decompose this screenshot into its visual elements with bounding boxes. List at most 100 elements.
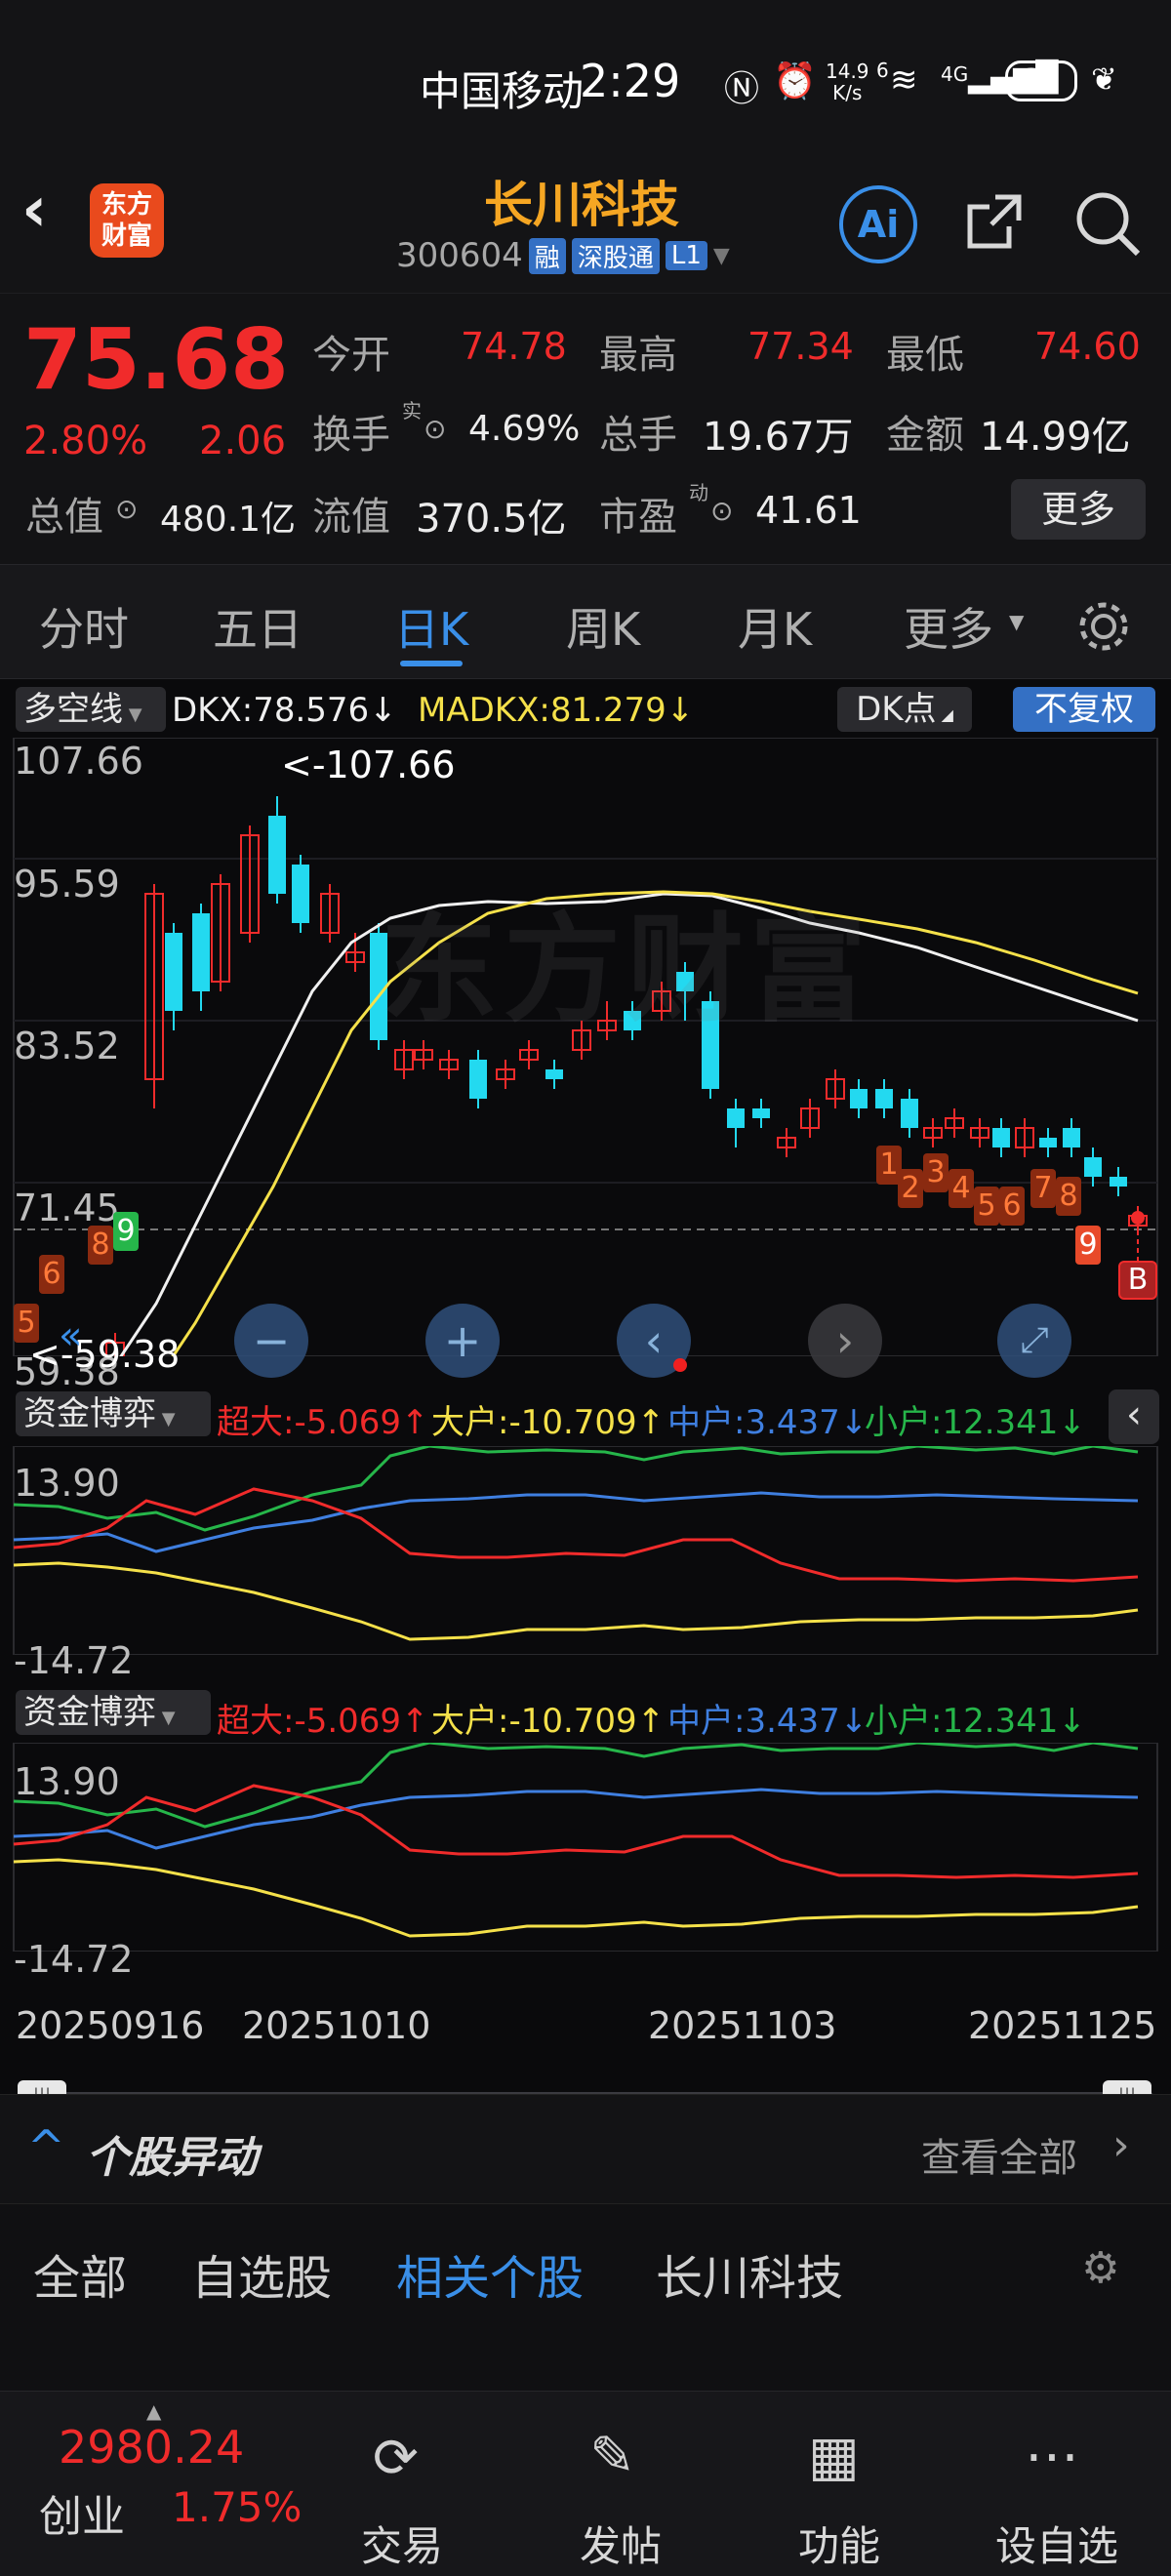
bottom-nav: ▲ 2980.24 创业 1.75% ⟳ 交易 ✎ 发帖 ▦ 功能 ⋯ 设自选	[0, 2391, 1171, 2576]
period-tabs: 分时 五日 日K 周K 月K 更多 ▼	[0, 564, 1171, 679]
fund1-small: 小户:12.341↓	[865, 1403, 1086, 1442]
tab-more[interactable]: 更多	[904, 594, 993, 659]
nav-trade[interactable]: 交易	[361, 2514, 443, 2573]
dk-marker: 4	[949, 1169, 974, 1208]
pe-sup: 动	[689, 481, 708, 504]
y-label-1: 107.66	[14, 740, 143, 783]
fund1-y-bottom: -14.72	[14, 1639, 134, 1682]
volume-value: 19.67万	[703, 415, 854, 460]
leaf-icon: ❦	[1091, 60, 1117, 98]
float-label: 流值	[312, 495, 390, 540]
chevron-right-icon[interactable]: ›	[1112, 2120, 1130, 2170]
fund2-super: 超大:-5.069↑	[217, 1702, 429, 1741]
high-label: 最高	[599, 333, 677, 378]
fund-indicator-selector-2[interactable]: 资金博弈 ▼	[16, 1690, 211, 1735]
date-label-4: 20251125	[968, 2004, 1157, 2047]
zoom-out-button[interactable]: −	[234, 1304, 308, 1378]
change-pct: 2.80%	[23, 419, 148, 463]
y-label-2: 95.59	[14, 863, 120, 906]
dk-marker: 3	[923, 1153, 949, 1192]
active-tab-indicator	[400, 661, 463, 666]
gear-icon[interactable]: ⚙	[1081, 2243, 1119, 2293]
trade-icon[interactable]: ⟳	[373, 2427, 419, 2490]
connect-badge: 深股通	[571, 237, 660, 274]
nfc-icon: Ⓝ	[724, 69, 760, 109]
float-value: 370.5亿	[416, 497, 567, 542]
ai-button[interactable]: Ai	[839, 185, 917, 263]
zoom-in-button[interactable]: +	[425, 1304, 500, 1378]
chevron-down-icon: ▼	[712, 243, 730, 268]
mcap-value: 480.1亿	[160, 500, 297, 540]
fullscreen-icon[interactable]: ⤢	[997, 1304, 1071, 1378]
chart-area: 多空线 ▼ DKX:78.576↓ MADKX:81.279↓ DK点 ◢ 不复…	[0, 679, 1171, 2112]
tab-minute[interactable]: 分时	[39, 594, 129, 659]
dk-point-button[interactable]: DK点 ◢	[837, 687, 972, 732]
filter-watchlist[interactable]: 自选股	[191, 2239, 332, 2308]
dk-marker: 9	[1075, 1226, 1101, 1265]
kline-chart[interactable]	[0, 738, 1171, 1356]
more-dots-icon[interactable]: ⋯	[1025, 2425, 1079, 2488]
chevron-down-icon: ▼	[1009, 610, 1025, 633]
tab-monthly-k[interactable]: 月K	[738, 594, 812, 659]
index-name[interactable]: 创业	[39, 2481, 125, 2544]
mcap-label: 总值	[25, 495, 103, 540]
fund2-y-top: 13.90	[14, 1760, 120, 1803]
more-button[interactable]: 更多	[1011, 479, 1146, 540]
search-icon[interactable]	[1071, 187, 1144, 260]
filter-all[interactable]: 全部	[33, 2239, 127, 2308]
red-dot	[673, 1358, 687, 1372]
fund-indicator-selector-1[interactable]: 资金博弈 ▼	[16, 1391, 211, 1436]
chevron-up-icon[interactable]: ▲	[146, 2399, 161, 2423]
turnover-sup: 实	[402, 399, 422, 423]
filter-related[interactable]: 相关个股	[396, 2239, 584, 2308]
carrier-label: 中国移动	[420, 67, 585, 115]
pe-value: 41.61	[755, 489, 862, 532]
rewind-icon[interactable]: «	[59, 1313, 82, 1358]
fund-chart-2[interactable]	[0, 1743, 1171, 1952]
change-amount: 2.06	[199, 419, 287, 463]
stock-header: ‹ 东方 财富 长川科技 300604 融 深股通 L1 ▼ Ai	[0, 146, 1171, 293]
volume-label: 总手	[599, 413, 677, 458]
next-button[interactable]: ›	[808, 1304, 882, 1378]
dk-marker: 8	[1056, 1177, 1081, 1216]
view-all-link[interactable]: 查看全部	[921, 2126, 1077, 2183]
max-price-label: <-107.66	[281, 744, 456, 786]
net-type: 4G	[941, 62, 969, 86]
app-logo[interactable]: 东方 财富	[90, 183, 164, 258]
grid-icon[interactable]: ▦	[808, 2425, 860, 2488]
index-pct[interactable]: 1.75%	[172, 2483, 302, 2531]
info-icon[interactable]: ⊙	[115, 493, 138, 525]
tab-weekly-k[interactable]: 周K	[566, 594, 640, 659]
collapse-panel-icon[interactable]: ‹	[1109, 1389, 1159, 1444]
indicator-selector[interactable]: 多空线 ▼	[16, 687, 166, 732]
nav-post[interactable]: 发帖	[580, 2514, 662, 2573]
adjust-button[interactable]: 不复权	[1013, 687, 1155, 732]
level-badge: L1	[665, 241, 707, 270]
back-icon[interactable]: ‹	[21, 174, 47, 246]
gear-icon[interactable]	[1075, 598, 1132, 655]
fund-chart-1[interactable]	[0, 1446, 1171, 1655]
info-icon[interactable]: ⊙	[710, 495, 733, 527]
y-label-3: 83.52	[14, 1025, 120, 1067]
buy-marker[interactable]: B	[1118, 1261, 1157, 1300]
info-icon[interactable]: ⊙	[424, 413, 446, 445]
tab-daily-k[interactable]: 日K	[394, 594, 468, 659]
nav-functions[interactable]: 功能	[798, 2514, 880, 2573]
madkx-value: MADKX:81.279↓	[418, 691, 695, 730]
fund2-y-bottom: -14.72	[14, 1938, 134, 1981]
stock-code-row[interactable]: 300604 融 深股通 L1 ▼	[396, 236, 730, 275]
open-label: 今开	[312, 333, 390, 378]
tab-five-day[interactable]: 五日	[213, 594, 303, 659]
dk-marker: 2	[898, 1169, 923, 1208]
nav-add-watch[interactable]: 设自选	[995, 2514, 1118, 2573]
chevron-up-icon[interactable]: ^	[27, 2120, 65, 2173]
share-icon[interactable]	[960, 187, 1029, 256]
fund1-mid: 中户:3.437↓	[667, 1403, 868, 1442]
filter-stock[interactable]: 长川科技	[656, 2239, 843, 2308]
edit-icon[interactable]: ✎	[589, 2425, 635, 2488]
pe-label: 市盈	[599, 495, 677, 540]
movement-filters: 全部 自选股 相关个股 长川科技 ⚙	[0, 2203, 1171, 2391]
index-value[interactable]: 2980.24	[59, 2421, 244, 2474]
dk-marker: 9	[113, 1212, 139, 1251]
open-value: 74.78	[461, 325, 567, 368]
